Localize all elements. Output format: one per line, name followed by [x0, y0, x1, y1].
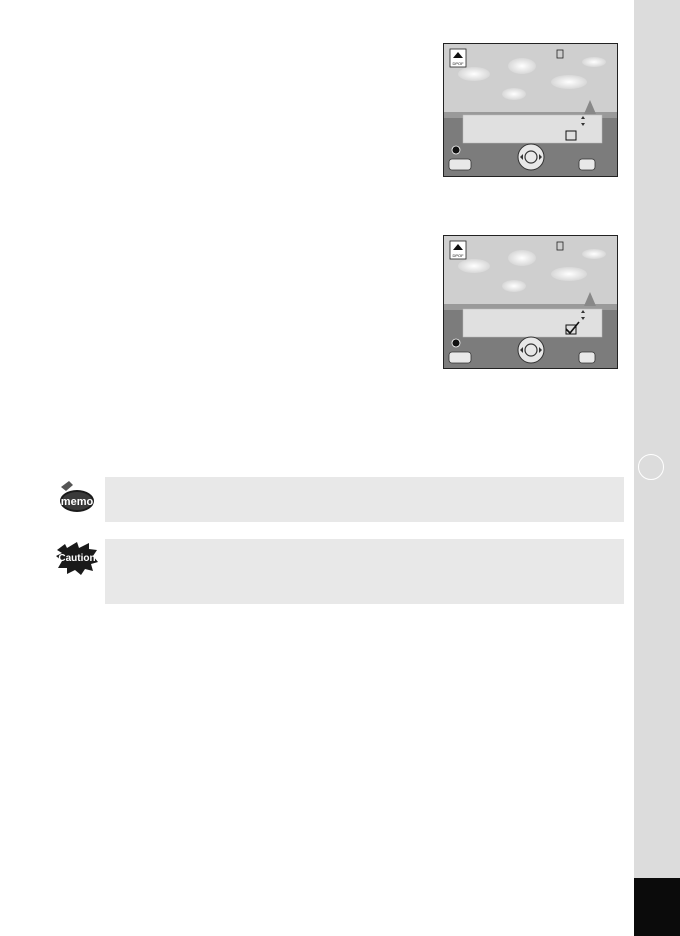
memo-icon: memo	[60, 481, 94, 512]
memo-note-box	[105, 477, 624, 522]
caution-icon-label: Caution	[58, 553, 95, 564]
camera-screen-unchecked: DPOF	[443, 43, 618, 177]
camera-screen-checked: DPOF	[443, 235, 618, 369]
caution-icon: Caution	[56, 542, 98, 575]
chapter-marker	[638, 454, 664, 480]
page-number-block	[634, 878, 680, 936]
dpof-label: DPOF	[452, 61, 464, 66]
dpof-label: DPOF	[452, 253, 464, 258]
caution-note-box	[105, 539, 624, 604]
memo-icon-label: memo	[61, 496, 94, 508]
